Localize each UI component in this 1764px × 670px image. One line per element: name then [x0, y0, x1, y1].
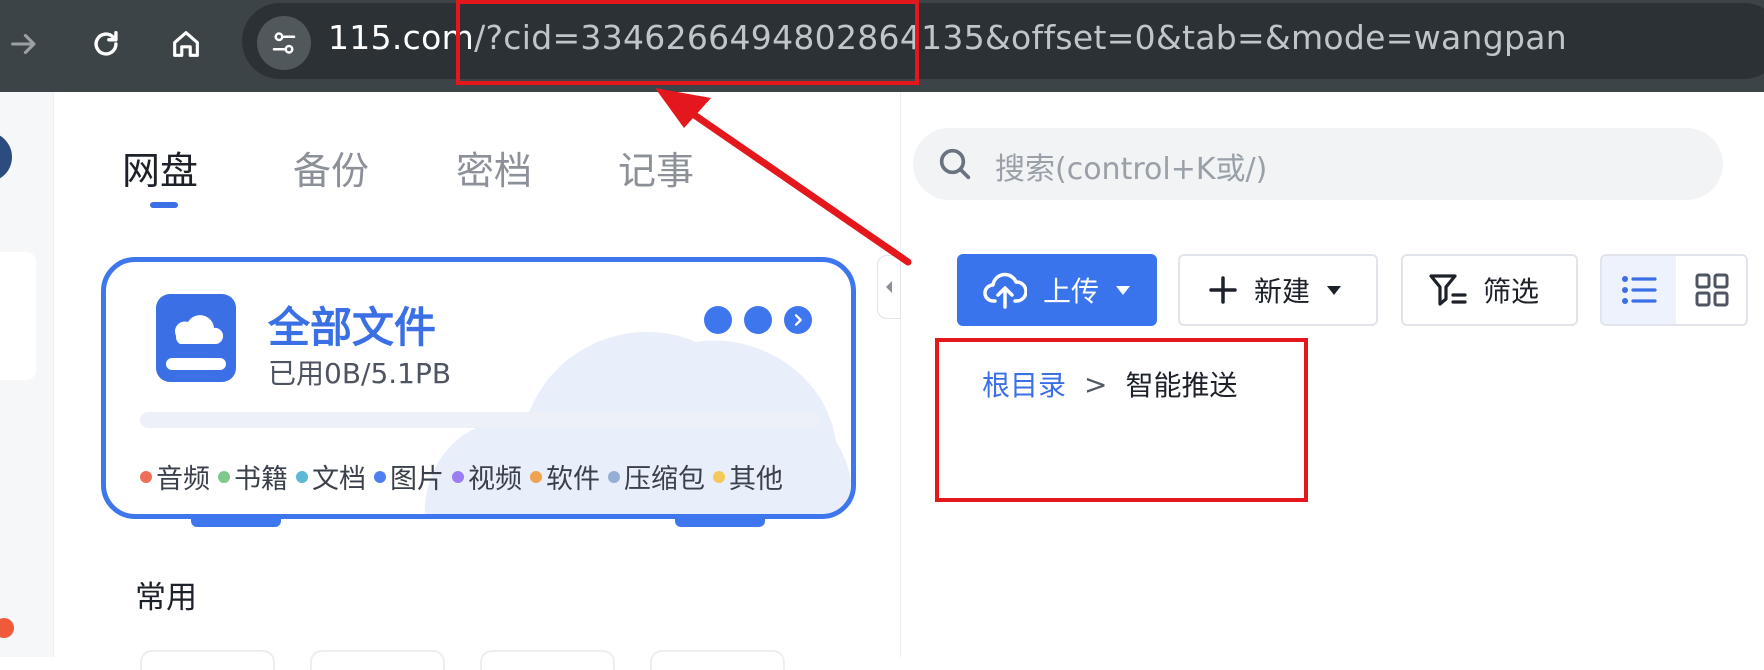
- new-button[interactable]: 新建: [1178, 254, 1378, 326]
- reload-button[interactable]: [78, 16, 134, 72]
- tab-wangpan[interactable]: 网盘: [122, 140, 198, 195]
- tab-vault[interactable]: 密档: [456, 140, 532, 195]
- search-placeholder: 搜索(control+K或/): [995, 152, 1268, 187]
- site-settings-button[interactable]: [257, 16, 311, 70]
- search-icon: [939, 148, 971, 180]
- legend-item[interactable]: 其他: [713, 457, 783, 496]
- legend-dot: [713, 470, 725, 483]
- list-view-button[interactable]: [1602, 256, 1676, 324]
- legend-item[interactable]: 图片: [374, 457, 444, 496]
- search-input[interactable]: 搜索(control+K或/): [913, 128, 1723, 200]
- caret-down-icon: [1116, 286, 1131, 295]
- legend-dot: [140, 470, 152, 483]
- panel-divider: [900, 92, 901, 657]
- legend-dot: [608, 470, 620, 483]
- all-files-card[interactable]: 全部文件 已用0B/5.1PB 音频 书籍 文档 图片 视频 软件 压缩包 其他: [101, 257, 856, 519]
- caret-down-icon: [1327, 286, 1342, 295]
- upload-button[interactable]: 上传: [957, 254, 1157, 326]
- chevron-right-icon: [794, 314, 802, 326]
- card-tab-left: [191, 519, 281, 527]
- legend-label: 其他: [729, 464, 783, 495]
- more-dot[interactable]: [704, 306, 732, 334]
- filter-button[interactable]: 筛选: [1401, 254, 1578, 326]
- common-tile[interactable]: [480, 650, 615, 670]
- caret-left-icon: [886, 281, 892, 293]
- new-label: 新建: [1254, 275, 1311, 308]
- annotation-box-breadcrumb: [935, 338, 1308, 502]
- legend-dot: [296, 470, 308, 483]
- url-host: 115.com: [328, 18, 475, 57]
- notification-dot: [0, 618, 14, 638]
- common-tiles: [140, 650, 785, 670]
- card-tab-right: [675, 519, 765, 527]
- common-tile[interactable]: [140, 650, 275, 670]
- legend-label: 图片: [390, 464, 444, 495]
- grid-view-button[interactable]: [1676, 256, 1746, 324]
- annotation-box-url: [456, 0, 919, 85]
- legend-dot: [374, 470, 386, 483]
- legend-item[interactable]: 压缩包: [608, 457, 705, 496]
- legend-label: 视频: [468, 464, 522, 495]
- reload-icon: [94, 30, 118, 56]
- list-icon: [1622, 276, 1657, 304]
- grid-icon: [1695, 273, 1729, 307]
- legend-item[interactable]: 书籍: [218, 457, 288, 496]
- rail-nav-card[interactable]: [0, 252, 36, 380]
- common-tile[interactable]: [650, 650, 785, 670]
- legend-item[interactable]: 视频: [452, 457, 522, 496]
- filter-icon: [1429, 274, 1467, 306]
- legend-label: 压缩包: [624, 464, 705, 495]
- file-type-legend: 音频 书籍 文档 图片 视频 软件 压缩包 其他: [140, 457, 783, 496]
- legend-dot: [452, 470, 464, 483]
- filter-label: 筛选: [1483, 275, 1540, 308]
- legend-item[interactable]: 软件: [530, 457, 600, 496]
- app-main: 网盘 备份 密档 记事 搜索(control+K或/) 全部文件 已用0B/5.…: [0, 92, 1764, 670]
- active-tab-indicator: [150, 202, 178, 208]
- common-section-title: 常用: [135, 580, 197, 616]
- home-button[interactable]: [158, 16, 214, 72]
- legend-dot: [530, 470, 542, 483]
- plus-icon: [1209, 276, 1237, 304]
- common-tile[interactable]: [310, 650, 445, 670]
- legend-dot: [218, 470, 230, 483]
- cloud-upload-icon: [983, 272, 1027, 309]
- legend-label: 音频: [156, 464, 210, 495]
- card-actions: [704, 306, 812, 334]
- collapse-sidebar-button[interactable]: [877, 255, 901, 319]
- upload-label: 上传: [1043, 275, 1100, 308]
- tab-notes[interactable]: 记事: [618, 140, 694, 195]
- avatar[interactable]: [0, 132, 12, 182]
- storage-usage: 已用0B/5.1PB: [268, 357, 452, 390]
- drive-icon: [156, 294, 236, 382]
- legend-label: 文档: [312, 464, 366, 495]
- legend-item[interactable]: 文档: [296, 457, 366, 496]
- legend-label: 书籍: [234, 464, 288, 495]
- tune-icon: [272, 32, 296, 54]
- more-dot[interactable]: [744, 306, 772, 334]
- view-mode-toggle: [1600, 254, 1748, 326]
- tab-backup[interactable]: 备份: [293, 140, 369, 195]
- expand-button[interactable]: [784, 306, 812, 334]
- arrow-right-icon: [11, 33, 36, 55]
- card-title: 全部文件: [268, 303, 437, 352]
- legend-label: 软件: [546, 464, 600, 495]
- legend-item[interactable]: 音频: [140, 457, 210, 496]
- left-rail: [0, 92, 54, 657]
- home-icon: [173, 31, 199, 57]
- forward-button[interactable]: [0, 16, 52, 72]
- storage-progress-bar: [140, 412, 820, 428]
